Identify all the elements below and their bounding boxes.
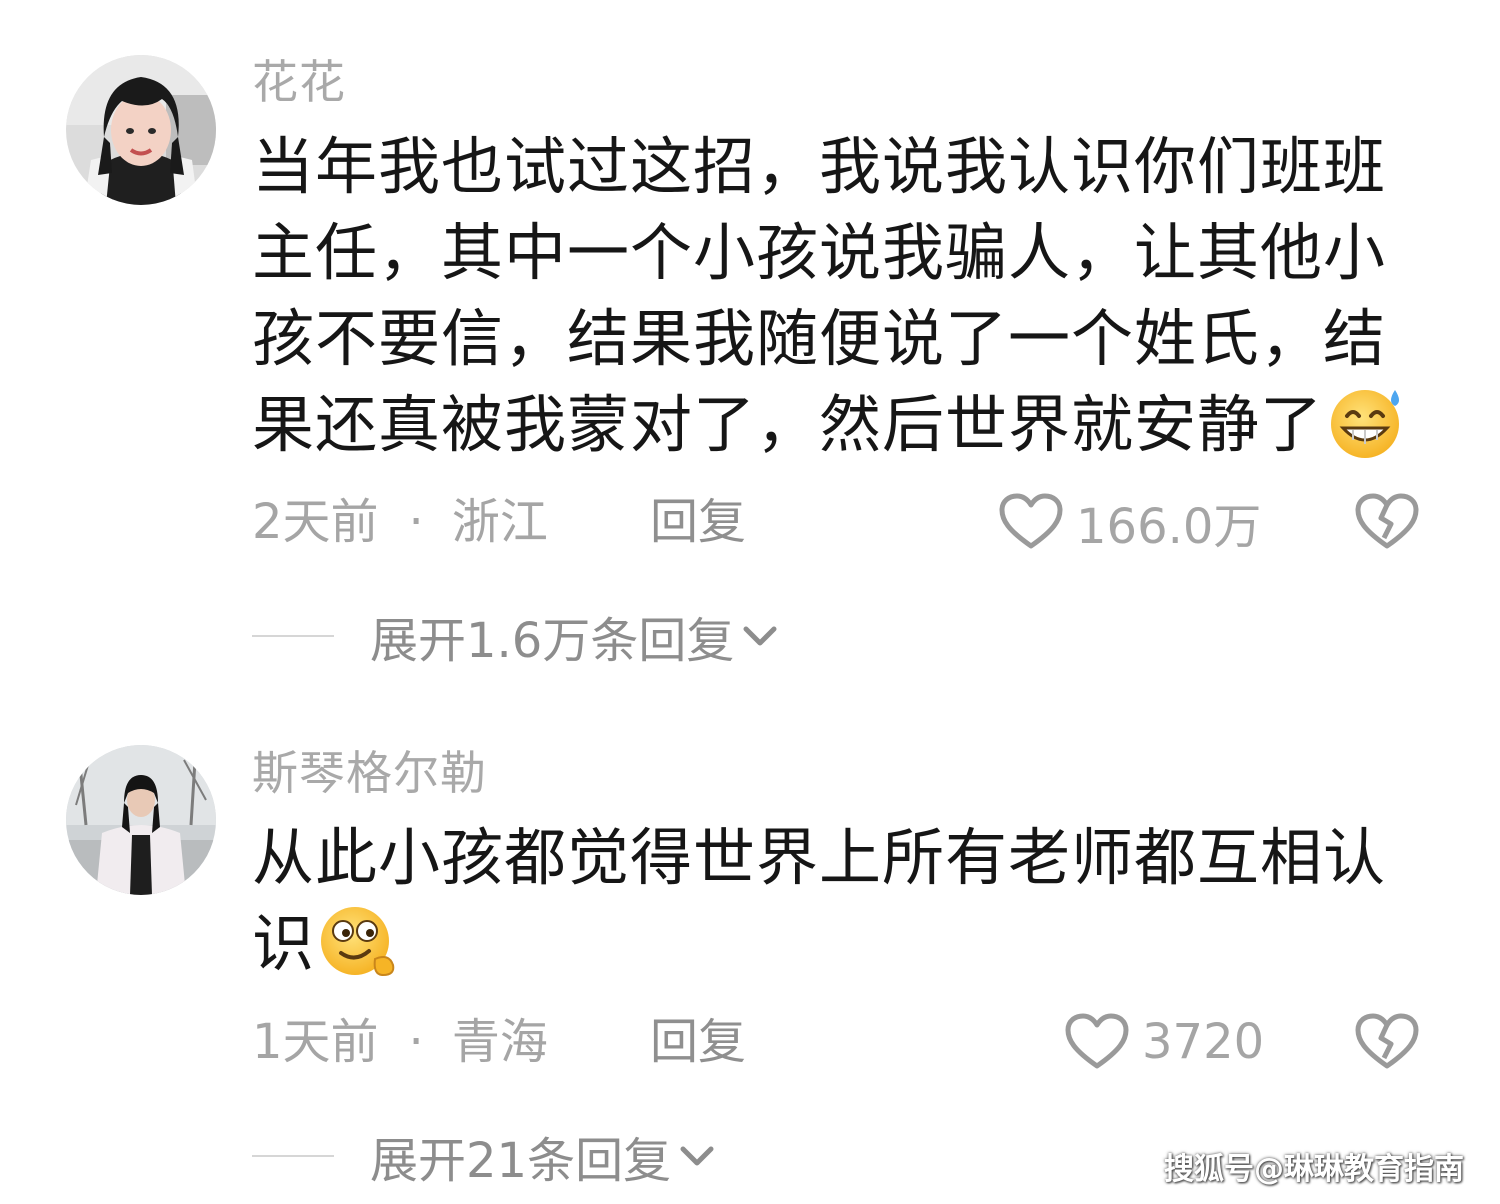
heart-icon: [999, 493, 1063, 549]
comment-text: 当年我也试过这招，我说我认识你们班班主任，其中一个小孩说我骗人，让其他小孩不要信…: [252, 124, 1412, 468]
watermark: 搜狐号@琳琳教育指南: [1164, 1152, 1464, 1187]
comment-time: 1天前: [252, 1014, 379, 1070]
avatar[interactable]: [66, 745, 216, 895]
like-count: 3720: [1142, 1014, 1265, 1070]
comment-meta: 2天前 · 浙江 回复: [252, 490, 812, 554]
comment-meta: 1天前 · 青海 回复: [252, 1010, 812, 1074]
separator-dot: ·: [408, 494, 424, 550]
like-count: 166.0万: [1076, 499, 1262, 555]
expand-replies-button[interactable]: 展开21条回复: [252, 1124, 717, 1189]
divider-line: [252, 635, 334, 637]
username[interactable]: 斯琴格尔勒: [252, 743, 487, 803]
comment-location: 青海: [451, 1014, 548, 1070]
comment-time: 2天前: [252, 494, 379, 550]
comment-text-content: 从此小孩都觉得世界上所有老师都互相认识: [252, 821, 1387, 980]
reply-button[interactable]: 回复: [650, 1010, 746, 1074]
broken-heart-icon[interactable]: [1354, 1012, 1420, 1072]
sweat-smile-emoji-icon: [1331, 390, 1400, 458]
comment-text-content: 当年我也试过这招，我说我认识你们班班主任，其中一个小孩说我骗人，让其他小孩不要信…: [252, 130, 1387, 461]
chevron-down-icon: [743, 626, 777, 646]
expand-replies-label: 展开21条回复: [370, 1133, 672, 1189]
like-button[interactable]: 3720: [1064, 1010, 1264, 1074]
like-button[interactable]: 166.0万: [998, 490, 1262, 555]
avatar[interactable]: [66, 55, 216, 205]
heart-icon: [1065, 1013, 1129, 1069]
expand-replies-button[interactable]: 展开1.6万条回复: [252, 604, 780, 669]
chevron-down-icon: [680, 1146, 714, 1166]
separator-dot: ·: [408, 1014, 424, 1070]
comment-text: 从此小孩都觉得世界上所有老师都互相认识: [252, 815, 1412, 987]
broken-heart-icon[interactable]: [1354, 492, 1420, 552]
comment-location: 浙江: [451, 494, 548, 550]
thinking-smile-emoji-icon: [321, 907, 395, 977]
username[interactable]: 花花: [252, 52, 346, 112]
expand-replies-label: 展开1.6万条回复: [370, 613, 735, 669]
divider-line: [252, 1155, 334, 1157]
reply-button[interactable]: 回复: [650, 490, 746, 554]
